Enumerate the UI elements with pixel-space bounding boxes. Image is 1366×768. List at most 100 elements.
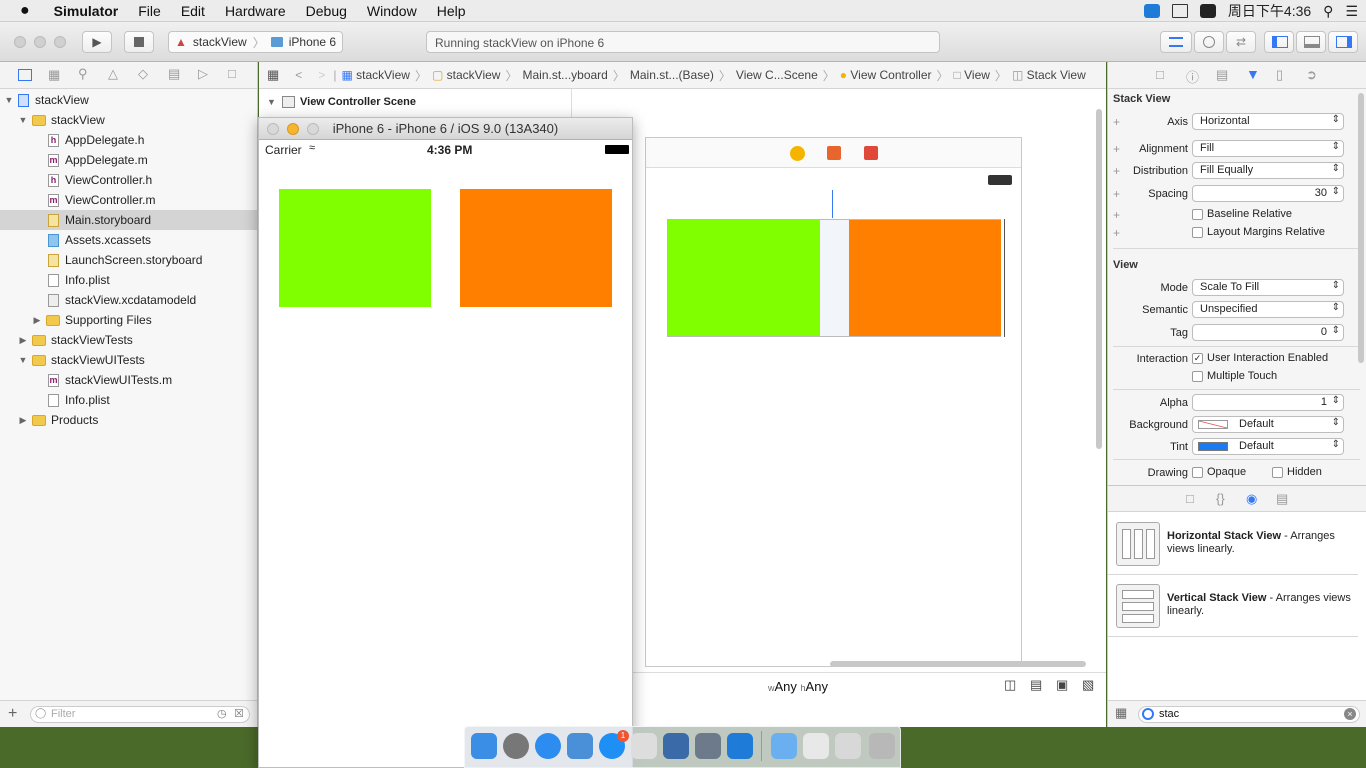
embed-in-stack-icon[interactable]: ◫ bbox=[1004, 677, 1016, 693]
simulator-title-bar[interactable]: iPhone 6 - iPhone 6 / iOS 9.0 (13A340) bbox=[259, 118, 632, 140]
crumb-project[interactable]: ▦ stackView bbox=[336, 68, 415, 82]
issue-navigator-icon[interactable]: △ bbox=[108, 66, 118, 82]
menu-hardware[interactable]: Hardware bbox=[215, 3, 296, 19]
size-class-selector[interactable]: wAny hAny bbox=[768, 679, 828, 694]
library-item-vertical-stack-view[interactable]: Vertical Stack View - Arranges views lin… bbox=[1116, 584, 1356, 644]
identity-inspector-icon[interactable]: ▤ bbox=[1216, 67, 1228, 83]
resolve-issues-icon[interactable]: ▧ bbox=[1082, 677, 1094, 693]
disclosure-closed-icon[interactable]: ▶ bbox=[18, 415, 28, 426]
tree-row-file[interactable]: Info.plist bbox=[48, 270, 110, 290]
add-file-button[interactable]: + bbox=[8, 705, 17, 723]
disclosure-closed-icon[interactable]: ▶ bbox=[18, 335, 28, 346]
disclosure-open-icon[interactable]: ▼ bbox=[4, 95, 14, 105]
teamviewer-status-icon[interactable] bbox=[1143, 4, 1160, 18]
toggle-debug-area-icon[interactable] bbox=[1296, 31, 1326, 53]
document-stack-icon[interactable] bbox=[803, 733, 829, 759]
clock[interactable]: 周日下午4:36 bbox=[1228, 1, 1311, 21]
crumb-base[interactable]: Main.st...(Base) bbox=[625, 68, 719, 82]
tree-row-file[interactable]: Assets.xcassets bbox=[48, 230, 151, 250]
menu-window[interactable]: Window bbox=[357, 3, 427, 19]
hidden-checkbox[interactable]: Hidden bbox=[1272, 466, 1322, 478]
view-controller-scene[interactable] bbox=[645, 137, 1022, 667]
crumb-stack-view[interactable]: ◫ Stack View bbox=[1007, 68, 1091, 82]
menu-debug[interactable]: Debug bbox=[296, 3, 357, 19]
crumb-storyboard[interactable]: Main.st...yboard bbox=[517, 68, 612, 82]
spotlight-icon[interactable]: ⚲ bbox=[1323, 3, 1333, 20]
library-item-horizontal-stack-view[interactable]: Horizontal Stack View - Arranges views l… bbox=[1116, 522, 1356, 582]
run-button[interactable]: ▶ bbox=[82, 31, 112, 53]
project-navigator-icon[interactable] bbox=[18, 69, 32, 81]
filter-field[interactable]: ◯ Filter ◷ ☒ bbox=[30, 706, 250, 723]
standard-editor-icon[interactable] bbox=[1160, 31, 1192, 53]
launchpad-icon[interactable] bbox=[503, 733, 529, 759]
disclosure-open-icon[interactable]: ▼ bbox=[18, 115, 28, 125]
distribution-popup[interactable]: Fill Equally bbox=[1192, 162, 1344, 179]
exit-icon[interactable] bbox=[864, 146, 878, 160]
storyboard-canvas[interactable] bbox=[572, 89, 1106, 672]
opaque-checkbox[interactable]: Opaque bbox=[1192, 466, 1246, 478]
document-stack-icon[interactable] bbox=[835, 733, 861, 759]
scm-status-icon[interactable]: ☒ bbox=[234, 707, 244, 720]
close-window-button[interactable] bbox=[14, 36, 26, 48]
connections-inspector-icon[interactable]: ➲ bbox=[1306, 67, 1317, 83]
disclosure-closed-icon[interactable]: ▶ bbox=[32, 315, 42, 326]
report-navigator-icon[interactable]: □ bbox=[228, 66, 236, 81]
find-navigator-icon[interactable]: ⚲ bbox=[78, 66, 88, 82]
crumb-view-controller[interactable]: ● View Controller bbox=[835, 68, 937, 82]
inspector-scrollbar[interactable] bbox=[1358, 93, 1364, 363]
orange-arranged-view[interactable] bbox=[849, 220, 1001, 336]
tag-field[interactable]: 0 bbox=[1192, 324, 1344, 341]
symbol-navigator-icon[interactable]: ▦ bbox=[48, 67, 60, 83]
align-icon[interactable]: ▤ bbox=[1030, 677, 1042, 693]
first-responder-icon[interactable] bbox=[827, 146, 841, 160]
semantic-popup[interactable]: Unspecified bbox=[1192, 301, 1344, 318]
tree-row-file[interactable]: LaunchScreen.storyboard bbox=[48, 250, 202, 270]
clear-search-icon[interactable]: × bbox=[1344, 708, 1356, 720]
toggle-utilities-icon[interactable] bbox=[1328, 31, 1358, 53]
safari-icon[interactable] bbox=[535, 733, 561, 759]
file-template-library-icon[interactable]: □ bbox=[1186, 491, 1194, 506]
add-variation-button[interactable]: + bbox=[1113, 208, 1120, 222]
pin-icon[interactable]: ▣ bbox=[1056, 677, 1068, 693]
resize-handle[interactable] bbox=[1004, 219, 1005, 337]
user-interaction-checkbox[interactable]: ✓ User Interaction Enabled bbox=[1192, 352, 1328, 364]
add-variation-button[interactable]: + bbox=[1113, 226, 1120, 240]
code-snippet-library-icon[interactable]: {} bbox=[1216, 491, 1225, 506]
display-status-icon[interactable] bbox=[1171, 4, 1188, 18]
stack-view[interactable] bbox=[667, 219, 1001, 337]
disclosure-open-icon[interactable]: ▼ bbox=[267, 97, 276, 107]
version-editor-icon[interactable]: ⇄ bbox=[1226, 31, 1256, 53]
tree-row-file[interactable]: h ViewController.h bbox=[48, 170, 152, 190]
debug-navigator-icon[interactable]: ▤ bbox=[168, 66, 180, 82]
vertical-scrollbar[interactable] bbox=[1096, 109, 1102, 449]
tint-popup[interactable]: Default bbox=[1192, 438, 1344, 455]
axis-popup[interactable]: Horizontal bbox=[1192, 113, 1344, 130]
tree-row-file[interactable]: m stackViewUITests.m bbox=[48, 370, 172, 390]
test-navigator-icon[interactable]: ◇ bbox=[138, 66, 148, 82]
object-library-icon[interactable]: ◉ bbox=[1246, 491, 1257, 507]
spacing-field[interactable]: 30 bbox=[1192, 185, 1344, 202]
alpha-field[interactable]: 1 bbox=[1192, 394, 1344, 411]
notification-center-icon[interactable]: ☰ bbox=[1345, 3, 1358, 20]
alignment-popup[interactable]: Fill bbox=[1192, 140, 1344, 157]
trash-icon[interactable] bbox=[869, 733, 895, 759]
scene-title[interactable]: View Controller Scene bbox=[300, 96, 416, 108]
back-button[interactable]: < bbox=[287, 68, 310, 82]
menu-help[interactable]: Help bbox=[427, 3, 476, 19]
forward-button[interactable]: > bbox=[310, 68, 333, 82]
tree-row-folder[interactable]: ▼ stackView bbox=[18, 110, 105, 130]
toggle-navigator-icon[interactable] bbox=[1264, 31, 1294, 53]
app-menu[interactable]: Simulator bbox=[40, 3, 129, 19]
crumb-scene[interactable]: View C...Scene bbox=[731, 68, 823, 82]
tree-row-file[interactable]: stackView.xcdatamodeld bbox=[48, 290, 196, 310]
size-inspector-icon[interactable]: ▯ bbox=[1276, 67, 1283, 83]
simulator-icon[interactable] bbox=[663, 733, 689, 759]
tree-row-file[interactable]: Info.plist bbox=[48, 390, 110, 410]
minimize-window-button[interactable] bbox=[34, 36, 46, 48]
zoom-window-button[interactable] bbox=[307, 123, 319, 135]
media-library-icon[interactable]: ▤ bbox=[1276, 491, 1288, 507]
tree-row-folder[interactable]: ▶ stackViewTests bbox=[18, 330, 133, 350]
preview-icon[interactable] bbox=[695, 733, 721, 759]
related-items-icon[interactable]: ▦ bbox=[259, 67, 287, 83]
tree-row-folder[interactable]: ▶ Supporting Files bbox=[32, 310, 152, 330]
